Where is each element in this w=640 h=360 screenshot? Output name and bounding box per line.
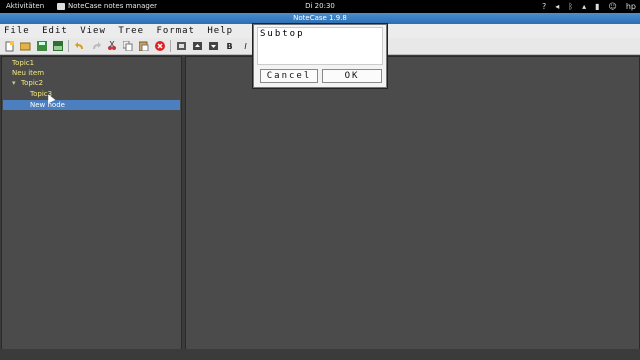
- node-down-icon[interactable]: [208, 41, 219, 52]
- toolbar-separator: [68, 40, 69, 52]
- cut-icon[interactable]: [106, 41, 117, 52]
- menu-help[interactable]: Help: [207, 26, 233, 36]
- note-editor[interactable]: [185, 56, 640, 350]
- bold-icon[interactable]: B: [224, 41, 235, 52]
- copy-icon[interactable]: [122, 41, 133, 52]
- menu-format[interactable]: Format: [156, 26, 195, 36]
- tree-node[interactable]: Topic1: [12, 58, 34, 68]
- battery-icon[interactable]: ▮: [595, 0, 599, 13]
- tree-node[interactable]: Topic2: [21, 78, 43, 88]
- help-icon[interactable]: ?: [542, 0, 546, 13]
- open-icon[interactable]: [20, 41, 31, 52]
- redo-icon[interactable]: [90, 41, 101, 52]
- system-tray: ? ◂ ᛒ ▴ ▮ ☺ hp: [542, 0, 636, 13]
- menu-tree[interactable]: Tree: [118, 26, 144, 36]
- user-name[interactable]: hp: [626, 0, 636, 13]
- new-document-icon[interactable]: [4, 40, 15, 52]
- node-name-input[interactable]: Subtop: [257, 27, 383, 65]
- network-icon[interactable]: ▴: [582, 0, 586, 13]
- tree-panel[interactable]: Topic1 Neu item ▾ Topic2 Topic3 New node: [1, 56, 182, 350]
- cancel-button[interactable]: Cancel: [260, 69, 318, 83]
- window-title: NoteCase 1.9.8: [0, 13, 640, 24]
- tree-expander-icon[interactable]: ▾: [12, 78, 16, 88]
- menu-view[interactable]: View: [80, 26, 106, 36]
- save-icon[interactable]: [36, 41, 47, 52]
- user-icon[interactable]: ☺: [609, 0, 617, 13]
- menu-edit[interactable]: Edit: [42, 26, 68, 36]
- node-new-icon[interactable]: [176, 41, 187, 52]
- bluetooth-icon[interactable]: ᛒ: [568, 0, 573, 13]
- tree-node-selected[interactable]: New node: [3, 100, 180, 110]
- undo-icon[interactable]: [74, 41, 85, 52]
- save-as-icon[interactable]: [52, 41, 63, 52]
- rename-dialog: Subtop Cancel OK: [253, 24, 387, 88]
- delete-icon[interactable]: [154, 41, 165, 52]
- paste-icon[interactable]: [138, 41, 149, 52]
- toolbar-separator: [170, 40, 171, 52]
- window-bottom-border: [0, 349, 640, 360]
- ok-button[interactable]: OK: [322, 69, 382, 83]
- top-panel: Aktivitäten NoteCase notes manager Di 20…: [0, 0, 640, 13]
- node-up-icon[interactable]: [192, 41, 203, 52]
- italic-icon[interactable]: I: [240, 41, 251, 52]
- volume-icon[interactable]: ◂: [555, 0, 559, 13]
- tree-node[interactable]: Neu item: [12, 68, 44, 78]
- menu-file[interactable]: File: [4, 26, 30, 36]
